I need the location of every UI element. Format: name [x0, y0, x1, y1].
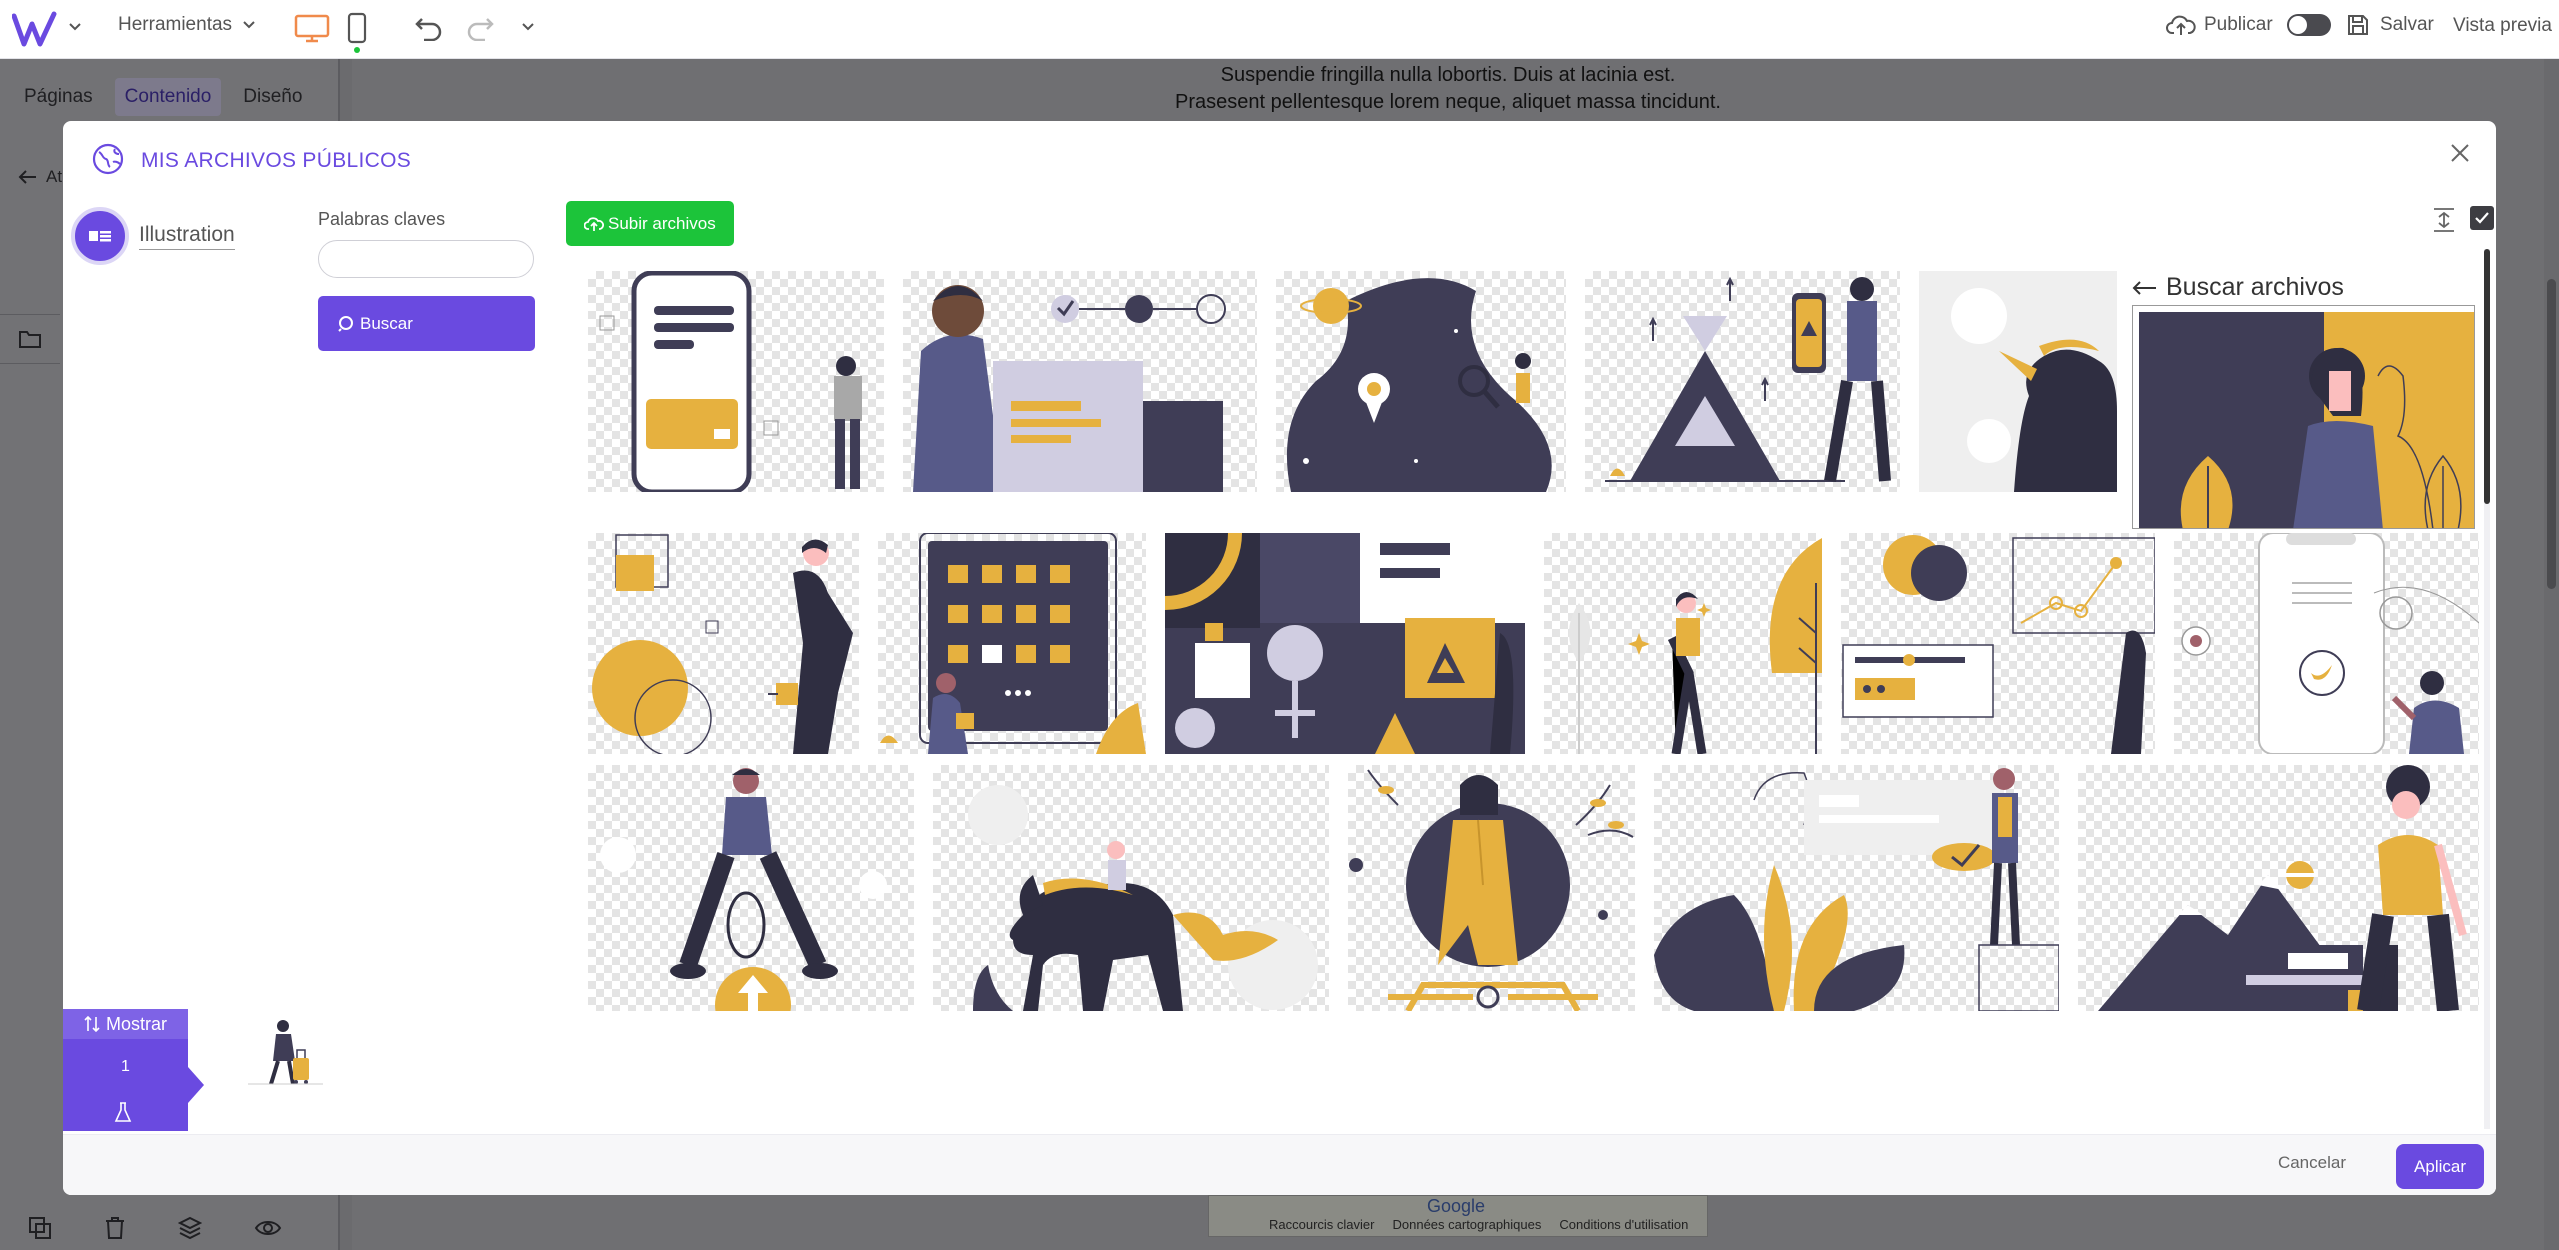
map-link[interactable]: Conditions d'utilisation [1559, 1217, 1688, 1232]
gallery-scrollbar[interactable] [2484, 249, 2490, 1129]
tab-content[interactable]: Contenido [114, 78, 222, 116]
gallery-image[interactable] [588, 533, 859, 754]
google-logo: Google [1427, 1196, 1486, 1216]
gallery-image[interactable] [878, 533, 1146, 754]
back-label: At [46, 167, 63, 186]
show-label: Mostrar [105, 1013, 167, 1034]
close-icon[interactable] [2444, 137, 2476, 169]
cancel-button[interactable]: Cancelar [2278, 1153, 2346, 1173]
gallery-image[interactable] [1919, 271, 2117, 492]
page-scrollbar[interactable] [2544, 59, 2559, 1250]
chevron-down-icon[interactable] [521, 20, 535, 34]
flask-icon[interactable] [113, 1101, 133, 1123]
upload-button-label: Subir archivos [608, 213, 716, 233]
upload-files-button[interactable]: Subir archivos [566, 201, 734, 246]
publish-control[interactable]: Publicar [2166, 13, 2331, 37]
selected-image-thumbnail[interactable] [243, 1016, 328, 1096]
map-footer-strip: Raccourcis clavier Données cartographiqu… [1208, 1195, 1708, 1237]
globe-icon [92, 143, 124, 175]
media-category-icon [89, 231, 111, 242]
keywords-input[interactable] [318, 240, 534, 278]
gallery-image[interactable] [933, 765, 1329, 1011]
scrollbar-thumb[interactable] [2547, 279, 2556, 589]
gallery-image[interactable] [903, 271, 1257, 492]
app-logo[interactable] [12, 10, 58, 50]
canvas-text-line: Prasesent pellentesque lorem neque, aliq… [1175, 91, 1721, 113]
map-link[interactable]: Raccourcis clavier [1269, 1217, 1374, 1232]
gallery-image[interactable] [1654, 765, 2059, 1011]
keywords-label: Palabras claves [318, 209, 446, 229]
duplicate-icon[interactable] [28, 1216, 52, 1240]
gallery-image[interactable] [588, 765, 914, 1011]
desktop-view-icon[interactable] [294, 14, 330, 44]
detail-back-link[interactable]: Buscar archivos [2132, 273, 2344, 302]
save-icon [2348, 15, 2368, 35]
publish-toggle[interactable] [2286, 14, 2331, 36]
canvas-text-line: Suspendie fringilla nulla lobortis. Duis… [1220, 64, 1676, 86]
scrollbar-thumb[interactable] [2484, 249, 2490, 504]
collapse-icon[interactable] [2432, 207, 2456, 233]
trash-icon[interactable] [104, 1216, 126, 1240]
mobile-view-icon[interactable] [346, 12, 368, 54]
select-all-checkbox[interactable] [2470, 206, 2494, 230]
search-button[interactable]: Buscar [318, 296, 535, 351]
gallery-image[interactable] [1544, 533, 1822, 754]
checkmark-icon [2475, 212, 2489, 224]
chevron-down-icon [243, 21, 255, 29]
tools-label: Herramientas [118, 14, 233, 35]
folder-item[interactable] [0, 314, 60, 364]
selection-count: 1 [121, 1058, 130, 1075]
gallery-image[interactable] [1276, 271, 1566, 492]
gallery-image[interactable] [2174, 533, 2479, 754]
detail-title: Buscar archivos [2166, 273, 2344, 301]
gallery-image[interactable] [588, 271, 884, 492]
modal-header: MIS ARCHIVOS PÚBLICOS [63, 121, 2496, 201]
save-button[interactable]: Salvar [2346, 13, 2434, 37]
publish-label: Publicar [2204, 14, 2273, 35]
arrow-left-icon [18, 170, 36, 184]
category-icon [71, 207, 129, 265]
search-button-label: Buscar [360, 313, 413, 333]
preview-button[interactable]: Vista previa [2453, 15, 2552, 37]
canvas-text: Suspendie fringilla nulla lobortis. Duis… [352, 62, 2544, 116]
map-link[interactable]: Données cartographiques [1392, 1217, 1541, 1232]
top-toolbar: Herramientas Publicar Salvar Vista previ… [0, 0, 2559, 59]
tab-design[interactable]: Diseño [243, 86, 302, 108]
detail-preview-image [2132, 305, 2475, 529]
category-label: Illustration [139, 223, 235, 250]
bottom-toolbar [0, 1205, 340, 1250]
tools-menu[interactable]: Herramientas [118, 14, 256, 36]
save-label: Salvar [2380, 14, 2434, 35]
gallery-image[interactable] [1348, 765, 1635, 1011]
back-link[interactable]: At [18, 167, 62, 187]
arrow-left-icon [2132, 280, 2156, 295]
layers-icon[interactable] [178, 1216, 202, 1240]
eye-icon[interactable] [254, 1218, 282, 1238]
gallery-image[interactable] [2078, 765, 2479, 1011]
undo-icon[interactable] [414, 13, 444, 41]
folder-icon [19, 331, 41, 348]
show-selection-toggle[interactable]: Mostrar [63, 1009, 188, 1039]
files-modal: MIS ARCHIVOS PÚBLICOS Illustration Palab… [63, 121, 2496, 1195]
cloud-upload-icon [584, 216, 604, 231]
redo-icon[interactable] [465, 13, 495, 41]
cloud-upload-icon [2166, 15, 2196, 35]
modal-footer: Cancelar Aplicar [63, 1134, 2496, 1195]
apply-button[interactable]: Aplicar [2396, 1144, 2484, 1189]
chevron-down-icon[interactable] [68, 20, 82, 34]
sort-arrows-icon [84, 1015, 100, 1033]
tab-pages[interactable]: Páginas [24, 86, 93, 108]
category-selector[interactable]: Illustration [71, 207, 235, 265]
gallery-image[interactable] [1841, 533, 2155, 754]
gallery-image[interactable] [1585, 271, 1900, 492]
search-icon [338, 315, 353, 332]
modal-title: MIS ARCHIVOS PÚBLICOS [141, 149, 412, 172]
gallery-image[interactable] [1165, 533, 1525, 754]
